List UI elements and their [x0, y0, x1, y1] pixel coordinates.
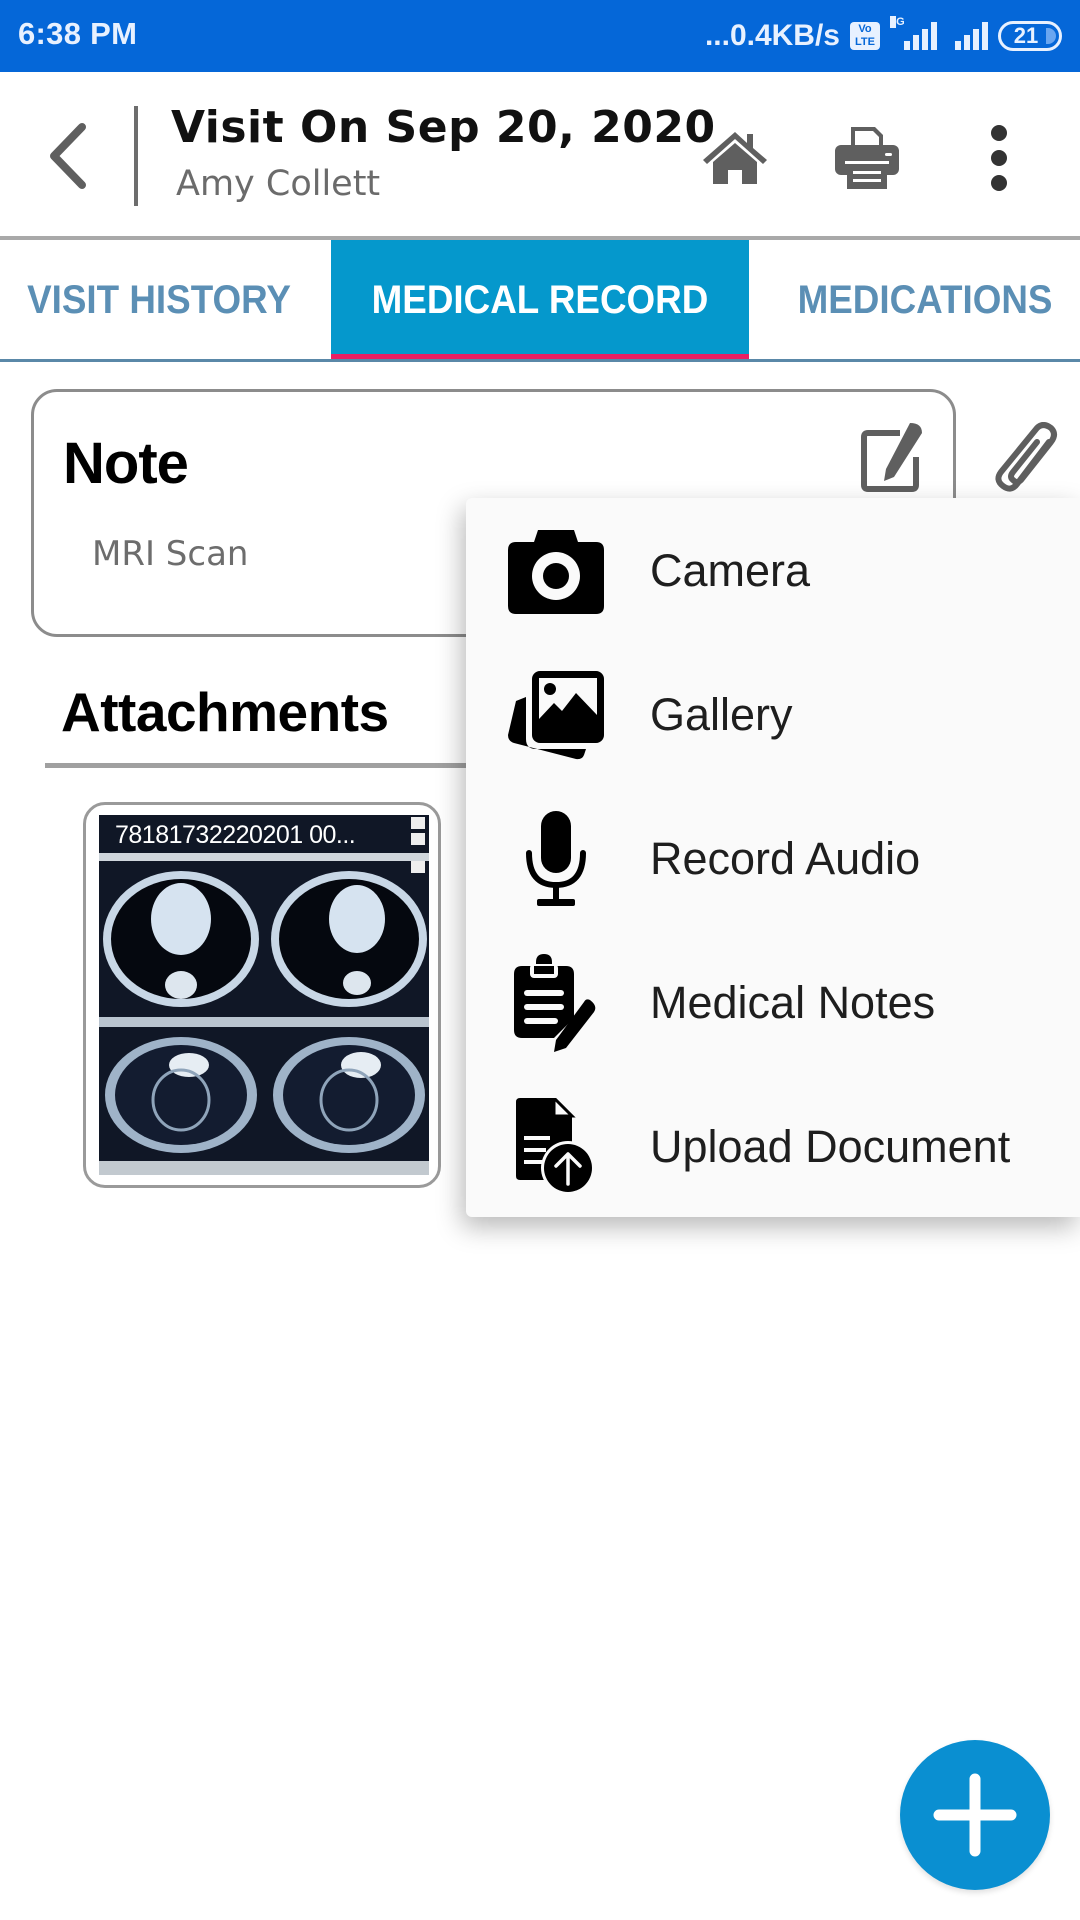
note-title: Note [63, 431, 189, 496]
document-upload-icon [506, 1097, 606, 1197]
attachment-filename: 78181732220201 00... [115, 821, 356, 849]
attach-button[interactable] [986, 418, 1066, 502]
volte-icon: Vo LTE [850, 22, 880, 50]
add-button[interactable] [900, 1740, 1050, 1890]
more-vertical-icon [991, 125, 1007, 191]
menu-item-upload-document[interactable]: Upload Document [466, 1075, 1080, 1219]
print-button[interactable] [827, 118, 907, 198]
status-time: 6:38 PM [18, 16, 138, 51]
menu-label-camera: Camera [650, 545, 811, 596]
battery-icon: 21 [998, 21, 1062, 51]
menu-label-record-audio: Record Audio [650, 833, 921, 884]
tab-medical-record[interactable]: MEDICAL RECORD [331, 240, 749, 360]
gallery-icon [506, 665, 606, 765]
tab-bar: VISIT HISTORY MEDICAL RECORD MEDICATIONS [0, 240, 1080, 360]
battery-level: 21 [1013, 23, 1039, 48]
paperclip-icon [995, 422, 1057, 492]
header-divider [134, 106, 138, 206]
chevron-left-icon [50, 123, 86, 189]
more-options-button[interactable] [959, 118, 1039, 198]
tab-visit-history[interactable]: VISIT HISTORY [16, 240, 301, 360]
menu-item-gallery[interactable]: Gallery [466, 643, 1080, 787]
menu-item-record-audio[interactable]: Record Audio [466, 787, 1080, 931]
menu-item-camera[interactable]: Camera [466, 499, 1080, 643]
menu-label-medical-notes: Medical Notes [650, 977, 936, 1028]
menu-label-upload-document: Upload Document [650, 1121, 1011, 1172]
edit-note-button[interactable] [858, 420, 928, 494]
network-speed: ...0.4KB/s [704, 19, 840, 52]
attachments-heading: Attachments [61, 681, 389, 743]
mri-scan-graphic [99, 815, 429, 1175]
attach-menu: Camera Gallery Record Audio Medical Note… [466, 498, 1080, 1217]
menu-label-gallery: Gallery [650, 689, 793, 740]
tab-medical-record-label: MEDICAL RECORD [371, 277, 709, 322]
clipboard-edit-icon [506, 953, 606, 1053]
plus-icon [933, 1773, 1017, 1857]
attachment-thumbnail[interactable]: 78181732220201 00... [83, 802, 441, 1188]
status-indicators: ...0.4KB/s Vo LTE 4G 21 [705, 14, 1062, 58]
printer-icon [835, 127, 899, 189]
back-button[interactable] [36, 116, 100, 196]
menu-item-medical-notes[interactable]: Medical Notes [466, 931, 1080, 1075]
home-button[interactable] [695, 118, 775, 198]
app-header: Visit On Sep 20, 2020 Amy Collett [0, 72, 1080, 238]
microphone-icon [506, 809, 606, 909]
tabs-divider [0, 359, 1080, 362]
network-type: 4G [890, 16, 905, 28]
edit-icon [861, 423, 922, 492]
camera-icon [506, 521, 606, 621]
signal-icon: 4G [890, 16, 937, 50]
page-title: Visit On Sep 20, 2020 [171, 102, 716, 153]
mri-scan-image: 78181732220201 00... [99, 815, 429, 1175]
patient-name: Amy Collett [176, 164, 381, 204]
note-text: MRI Scan [92, 534, 249, 574]
signal-icon-2 [955, 22, 988, 50]
home-icon [703, 132, 767, 184]
status-bar: 6:38 PM ...0.4KB/s Vo LTE 4G 21 [0, 0, 1080, 72]
tab-medications[interactable]: MEDICATIONS [782, 240, 1067, 360]
